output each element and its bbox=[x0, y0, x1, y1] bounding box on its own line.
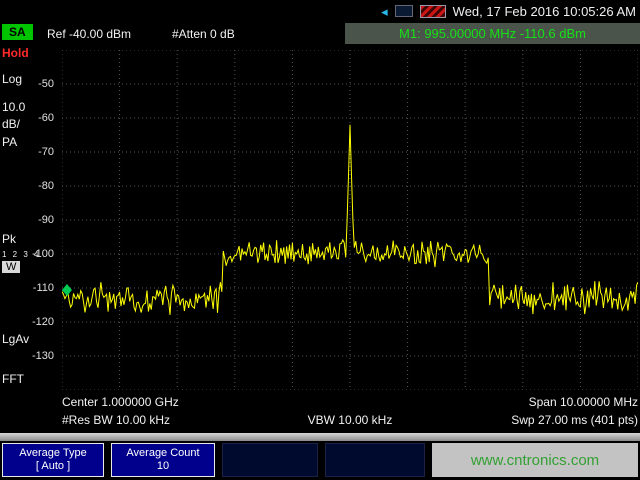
softkey-empty-1[interactable] bbox=[222, 443, 318, 477]
sidebar-item-mode: SA bbox=[2, 24, 33, 40]
display-icon bbox=[395, 5, 413, 17]
softkey-empty-2[interactable] bbox=[325, 443, 425, 477]
datetime-label: Wed, 17 Feb 2016 10:05:26 AM bbox=[453, 4, 636, 19]
softkey-average-count[interactable]: Average Count 10 bbox=[111, 443, 215, 477]
softkey-row: Average Type [ Auto ] Average Count 10 w… bbox=[0, 443, 640, 477]
ref-level-label: Ref -40.00 dBm bbox=[47, 27, 131, 41]
y-tick-label: -60 bbox=[38, 112, 54, 124]
top-status-bar: ◂ Wed, 17 Feb 2016 10:05:26 AM bbox=[0, 0, 640, 22]
footer-annotations: Center 1.000000 GHz Span 10.00000 MHz #R… bbox=[62, 393, 638, 431]
y-tick-label: -50 bbox=[38, 78, 54, 90]
marker-readout: M1: 995.00000 MHz -110.6 dBm bbox=[345, 23, 640, 44]
softkey-average-type[interactable]: Average Type [ Auto ] bbox=[2, 443, 104, 477]
y-axis-labels: -50 -60 -70 -80 -90 -100 -110 -120 -130 bbox=[0, 50, 58, 390]
y-tick-label: -110 bbox=[33, 282, 54, 294]
y-tick-label: -70 bbox=[38, 146, 54, 158]
atten-label: #Atten 0 dB bbox=[172, 27, 235, 41]
y-tick-label: -130 bbox=[32, 350, 54, 362]
spectrum-plot bbox=[62, 50, 638, 390]
softkey-value: 10 bbox=[157, 460, 169, 473]
y-tick-label: -100 bbox=[32, 248, 54, 260]
battery-icon bbox=[420, 5, 446, 18]
rbw-label: #Res BW 10.00 kHz bbox=[62, 413, 170, 427]
separator-bar bbox=[0, 433, 640, 441]
vbw-label: VBW 10.00 kHz bbox=[308, 413, 393, 427]
center-freq-label: Center 1.000000 GHz bbox=[62, 395, 179, 409]
sweep-label: Swp 27.00 ms (401 pts) bbox=[511, 413, 638, 427]
watermark-label: www.cntronics.com bbox=[432, 443, 638, 477]
trace-canvas bbox=[62, 50, 638, 390]
span-label: Span 10.00000 MHz bbox=[529, 395, 638, 409]
y-tick-label: -80 bbox=[38, 180, 54, 192]
y-tick-label: -90 bbox=[38, 214, 54, 226]
spectrum-analyzer-screen: ◂ Wed, 17 Feb 2016 10:05:26 AM Ref -40.0… bbox=[0, 0, 640, 480]
softkey-value: [ Auto ] bbox=[36, 460, 70, 473]
softkey-label: Average Type bbox=[19, 447, 86, 460]
y-tick-label: -120 bbox=[32, 316, 54, 328]
softkey-label: Average Count bbox=[126, 447, 199, 460]
trigger-icon: ◂ bbox=[381, 5, 388, 18]
